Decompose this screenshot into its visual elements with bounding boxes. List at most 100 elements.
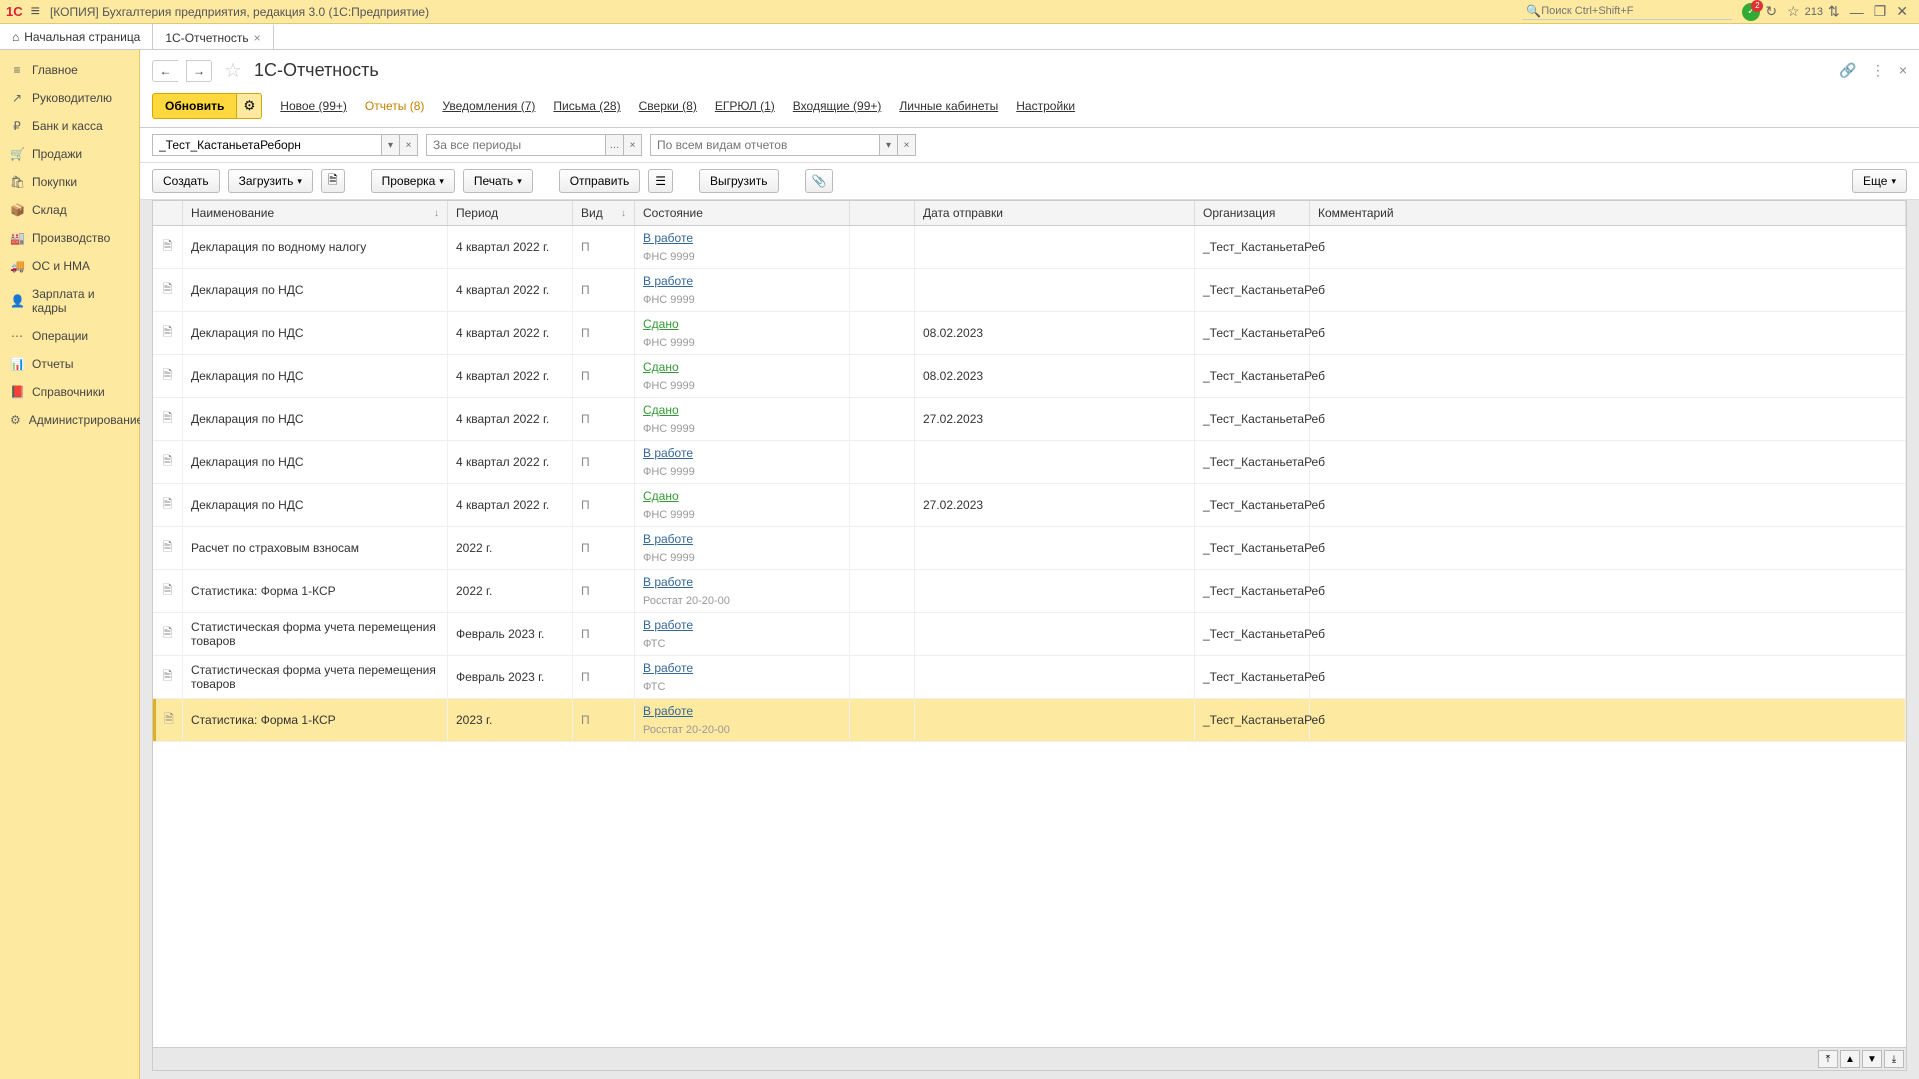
link-icon[interactable]: 🔗 [1839,62,1856,79]
status-link[interactable]: Сдано [643,489,841,503]
print-button[interactable]: Печать▾ [463,169,533,193]
col-date[interactable]: Дата отправки [915,201,1195,225]
nav-back-button[interactable]: ← [152,60,178,82]
sidebar-item-4[interactable]: 🛍Покупки [0,168,139,196]
sidebar-item-2[interactable]: ₽Банк и касса [0,112,139,140]
burger-icon[interactable]: ≡ [31,3,40,21]
pager-down[interactable]: ▼ [1862,1050,1882,1068]
nav-settings[interactable]: Настройки [1016,99,1075,113]
sidebar-item-8[interactable]: 👤Зарплата и кадры [0,280,139,322]
nav-new[interactable]: Новое (99+) [280,99,347,113]
table-row[interactable]: 🗎Статистика: Форма 1-КСР2022 г.ПВ работе… [153,570,1906,613]
status-link[interactable]: В работе [643,661,841,675]
sidebar-item-12[interactable]: ⚙Администрирование [0,406,139,434]
table-row[interactable]: 🗎Декларация по водному налогу4 квартал 2… [153,226,1906,269]
status-link[interactable]: В работе [643,618,841,632]
status-link[interactable]: Сдано [643,317,841,331]
nav-cabinets[interactable]: Личные кабинеты [899,99,998,113]
table-row[interactable]: 🗎Декларация по НДС4 квартал 2022 г.ПВ ра… [153,269,1906,312]
filter-types-input[interactable] [650,134,880,156]
table-row[interactable]: 🗎Статистическая форма учета перемещения … [153,613,1906,656]
filter-period-clear[interactable]: × [624,134,642,156]
table-row[interactable]: 🗎Декларация по НДС4 квартал 2022 г.ПВ ра… [153,441,1906,484]
sidebar-item-6[interactable]: 🏭Производство [0,224,139,252]
global-search[interactable]: 🔍 [1522,3,1732,20]
filter-period-input[interactable] [426,134,606,156]
sidebar-item-7[interactable]: 🚚ОС и НМА [0,252,139,280]
col-name[interactable]: Наименование↓ [183,201,448,225]
status-link[interactable]: В работе [643,704,841,718]
notification-bell-icon[interactable]: ✓ 2 [1742,3,1760,21]
status-link[interactable]: В работе [643,532,841,546]
col-icon[interactable] [153,201,183,225]
create-button[interactable]: Создать [152,169,220,193]
status-link[interactable]: Сдано [643,360,841,374]
sidebar-item-11[interactable]: 📕Справочники [0,378,139,406]
close-page-icon[interactable]: × [1899,62,1907,79]
table-row[interactable]: 🗎Декларация по НДС4 квартал 2022 г.ПСдан… [153,355,1906,398]
nav-reports[interactable]: Отчеты (8) [365,99,424,113]
filter-types-clear[interactable]: × [898,134,916,156]
more-button[interactable]: Еще▾ [1852,169,1907,193]
close-icon[interactable]: ✕ [1896,3,1908,20]
pager-last[interactable]: ⤓ [1884,1050,1904,1068]
col-type[interactable]: Вид↓ [573,201,635,225]
favorite-star-icon[interactable]: ☆ [224,58,242,83]
star-icon[interactable]: ☆ [1787,3,1800,20]
sidebar-item-3[interactable]: 🛒Продажи [0,140,139,168]
filter-org-input[interactable] [152,134,382,156]
search-input[interactable] [1541,5,1728,17]
sidebar-item-9[interactable]: ⋯Операции [0,322,139,350]
sidebar-item-10[interactable]: 📊Отчеты [0,350,139,378]
nav-egrul[interactable]: ЕГРЮЛ (1) [715,99,775,113]
tab-reporting[interactable]: 1С-Отчетность × [153,24,273,49]
more-icon[interactable]: ⋮ [1871,62,1885,79]
status-link[interactable]: В работе [643,575,841,589]
filter-org-clear[interactable]: × [400,134,418,156]
status-link[interactable]: В работе [643,274,841,288]
tab-home[interactable]: ⌂ Начальная страница [0,24,153,49]
col-period[interactable]: Период [448,201,573,225]
table-row[interactable]: 🗎Расчет по страховым взносам2022 г.ПВ ра… [153,527,1906,570]
table-row[interactable]: 🗎Декларация по НДС4 квартал 2022 г.ПСдан… [153,484,1906,527]
send-list-button[interactable]: ☰ [648,169,673,193]
table-row[interactable]: 🗎Декларация по НДС4 квартал 2022 г.ПСдан… [153,398,1906,441]
refresh-gear-button[interactable]: ⚙ [237,93,262,119]
filter-period-more[interactable]: … [606,134,624,156]
status-link[interactable]: В работе [643,231,841,245]
reload-file-button[interactable]: 🗎 [321,169,345,193]
table-row[interactable]: 🗎Декларация по НДС4 квартал 2022 г.ПСдан… [153,312,1906,355]
sidebar-item-1[interactable]: ↗Руководителю [0,84,139,112]
history-icon[interactable]: ↻ [1765,3,1777,20]
col-status[interactable]: Состояние [635,201,850,225]
pager-first[interactable]: ⤒ [1818,1050,1838,1068]
status-link[interactable]: В работе [643,446,841,460]
table-row[interactable]: 🗎Статистическая форма учета перемещения … [153,656,1906,699]
check-button[interactable]: Проверка▾ [371,169,455,193]
sidebar-item-5[interactable]: 📦Склад [0,196,139,224]
col-comment[interactable]: Комментарий [1310,201,1906,225]
filter-org-dropdown[interactable]: ▾ [382,134,400,156]
send-button[interactable]: Отправить [559,169,641,193]
tab-close-icon[interactable]: × [254,31,261,45]
nav-checks[interactable]: Сверки (8) [639,99,697,113]
row-org: _Тест_КастаньетаРеб [1195,226,1310,268]
load-button[interactable]: Загрузить▾ [228,169,313,193]
restore-icon[interactable]: ❐ [1874,3,1887,20]
nav-notifications[interactable]: Уведомления (7) [442,99,535,113]
minimize-icon[interactable]: — [1850,4,1864,20]
refresh-button[interactable]: Обновить [152,93,237,119]
nav-forward-button[interactable]: → [186,60,212,82]
attach-button[interactable]: 📎 [805,169,834,193]
export-button[interactable]: Выгрузить [699,169,779,193]
filter-types-dropdown[interactable]: ▾ [880,134,898,156]
status-link[interactable]: Сдано [643,403,841,417]
nav-incoming[interactable]: Входящие (99+) [793,99,882,113]
col-extra[interactable] [850,201,915,225]
nav-letters[interactable]: Письма (28) [553,99,620,113]
sidebar-item-0[interactable]: ≡Главное [0,56,139,84]
pager-up[interactable]: ▲ [1840,1050,1860,1068]
table-row[interactable]: 🗎Статистика: Форма 1-КСР2023 г.ПВ работе… [153,699,1906,742]
col-org[interactable]: Организация [1195,201,1310,225]
filter-icon[interactable]: ⇅ [1828,3,1840,20]
